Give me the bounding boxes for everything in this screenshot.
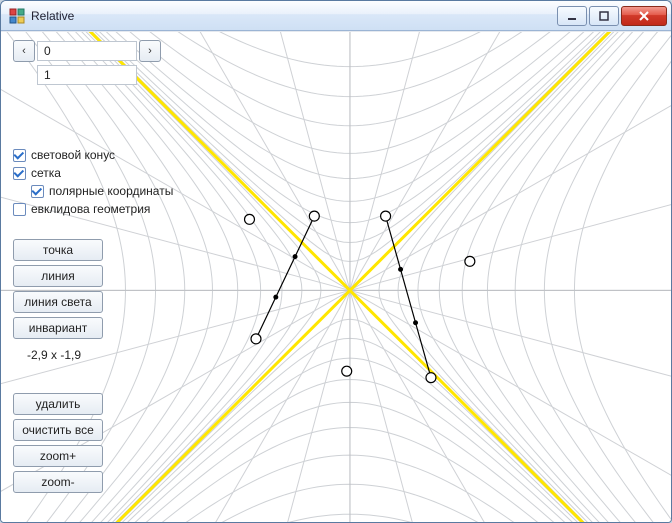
app-window: Relative ‹ › [0,0,672,523]
app-icon [9,8,25,24]
prev-button[interactable]: ‹ [13,40,35,62]
checkbox-label: евклидова геометрия [31,202,150,216]
checkbox-icon [13,149,26,162]
edit-buttons: удалить очистить все zoom+ zoom- [13,393,173,493]
checkbox-euclidean[interactable]: евклидова геометрия [13,202,173,216]
checkbox-group: световой конус сетка полярные координаты… [13,148,173,216]
point-button[interactable]: точка [13,239,103,261]
step-input[interactable] [37,65,137,85]
minimize-button[interactable] [557,6,587,26]
checkbox-light-cone[interactable]: световой конус [13,148,173,162]
clear-button[interactable]: очистить все [13,419,103,441]
checkbox-grid[interactable]: сетка [13,166,173,180]
coordinate-readout: -2,9 x -1,9 [27,348,173,362]
titlebar: Relative [1,1,671,31]
checkbox-icon [31,185,44,198]
zoom-out-button[interactable]: zoom- [13,471,103,493]
chevron-left-icon: ‹ [22,45,26,57]
line-button[interactable]: линия [13,265,103,287]
checkbox-icon [13,167,26,180]
maximize-button[interactable] [589,6,619,26]
invariant-button[interactable]: инвариант [13,317,103,339]
delete-button[interactable]: удалить [13,393,103,415]
chevron-right-icon: › [148,45,152,57]
close-button[interactable] [621,6,667,26]
control-panel: ‹ › световой конус сетка [13,40,173,493]
checkbox-icon [13,203,26,216]
checkbox-label: сетка [31,166,61,180]
window-buttons [555,6,667,26]
index-input[interactable] [37,41,137,61]
checkbox-label: световой конус [31,148,115,162]
window-title: Relative [31,9,549,23]
checkbox-label: полярные координаты [49,184,173,198]
tool-buttons: точка линия линия света инвариант [13,239,173,339]
zoom-in-button[interactable]: zoom+ [13,445,103,467]
next-button[interactable]: › [139,40,161,62]
light-line-button[interactable]: линия света [13,291,103,313]
spinner-row-top: ‹ › [13,40,173,62]
checkbox-polar[interactable]: полярные координаты [31,184,173,198]
content-area: ‹ › световой конус сетка [1,31,671,522]
